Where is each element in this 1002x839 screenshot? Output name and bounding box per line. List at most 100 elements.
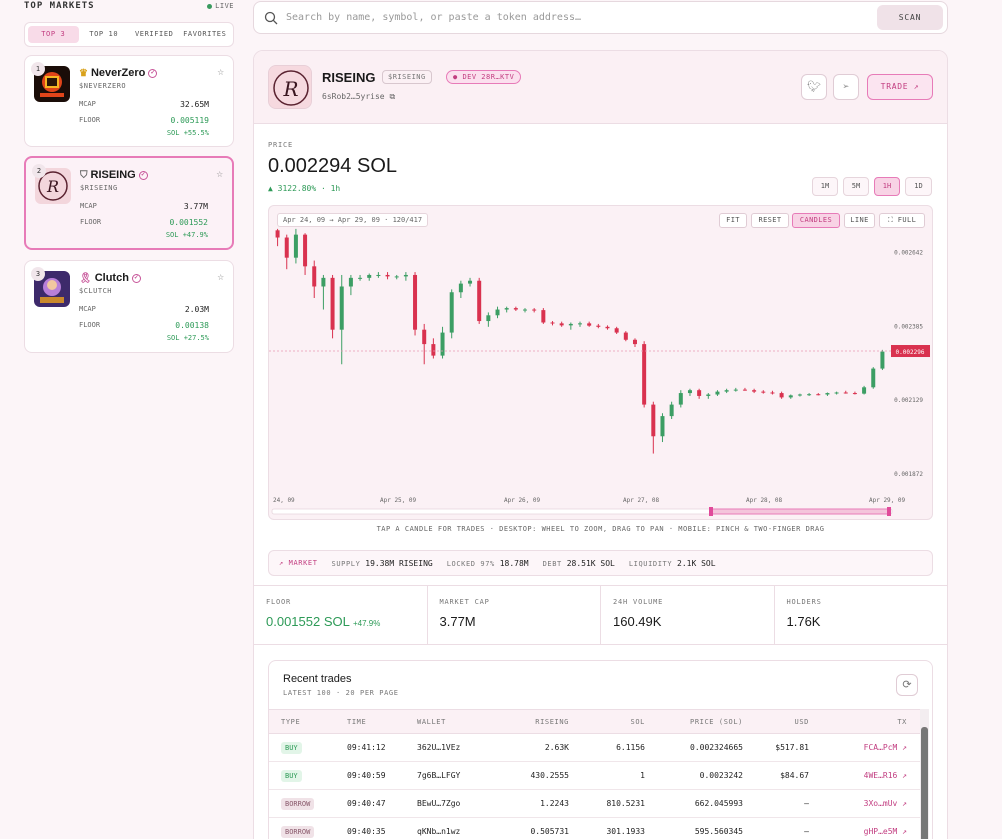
- cell-wallet[interactable]: BEwU…7Zgo: [417, 789, 497, 818]
- candle[interactable]: [779, 393, 784, 398]
- tx-link[interactable]: FCA…PcM: [864, 743, 898, 752]
- reset-button[interactable]: RESET: [751, 213, 789, 228]
- candle[interactable]: [614, 328, 619, 333]
- market-card-riseing[interactable]: 2 R ⛉ RISEING ✓ $RISEING ☆ MCAP 3.77M FLOOR…: [24, 156, 234, 250]
- tf-1h[interactable]: 1H: [874, 177, 900, 196]
- trade-button[interactable]: TRADE ↗: [867, 74, 933, 100]
- price-chart[interactable]: 0.002642 0.002385 0.002129 0.001872 0.002296…: [268, 205, 933, 520]
- candle[interactable]: [293, 234, 298, 258]
- fullscreen-button[interactable]: ⛶ FULL: [879, 213, 925, 228]
- cell-tx[interactable]: FCA…PcM ↗: [809, 733, 921, 762]
- tx-link[interactable]: 4WE…R16: [864, 771, 898, 780]
- cell-tx[interactable]: 4WE…R16 ↗: [809, 761, 921, 790]
- tf-1d[interactable]: 1D: [905, 177, 932, 196]
- candle[interactable]: [394, 276, 399, 278]
- candle[interactable]: [742, 389, 747, 391]
- candle[interactable]: [413, 274, 418, 330]
- candle[interactable]: [550, 322, 555, 324]
- table-row[interactable]: BORROW 09:40:35 qKNb…n1wz 0.505731 301.1933 5…: [269, 817, 921, 839]
- copy-icon[interactable]: ⧉: [389, 92, 395, 101]
- candle[interactable]: [578, 323, 582, 325]
- candle[interactable]: [871, 368, 876, 388]
- twitter-button[interactable]: 🐦︎: [801, 74, 827, 100]
- candle[interactable]: [468, 280, 473, 284]
- navigator-window[interactable]: [710, 508, 890, 515]
- table-row[interactable]: BUY 09:40:59 7g6B…LFGY 430.2555 1 0.0023242 $8…: [269, 761, 921, 790]
- candle[interactable]: [312, 266, 317, 287]
- candle[interactable]: [605, 326, 610, 329]
- candle[interactable]: [843, 392, 848, 394]
- candle[interactable]: [504, 308, 509, 310]
- candle[interactable]: [330, 277, 335, 330]
- candle[interactable]: [752, 390, 757, 392]
- candle[interactable]: [440, 332, 445, 356]
- candle[interactable]: [321, 277, 326, 287]
- favorite-star-icon[interactable]: ☆: [217, 65, 224, 78]
- candle[interactable]: [376, 274, 381, 276]
- tab-verified[interactable]: VERIFIED: [129, 26, 180, 43]
- candle[interactable]: [275, 230, 280, 238]
- chart-canvas[interactable]: 0.002642 0.002385 0.002129 0.001872 0.002296…: [269, 206, 932, 519]
- candle[interactable]: [596, 325, 601, 327]
- cell-wallet[interactable]: qKNb…n1wz: [417, 817, 497, 839]
- candle[interactable]: [687, 390, 692, 394]
- candle[interactable]: [880, 351, 885, 369]
- candle[interactable]: [458, 283, 463, 293]
- candle[interactable]: [697, 390, 702, 396]
- candle[interactable]: [834, 392, 839, 394]
- candle[interactable]: [733, 389, 738, 391]
- scrollbar-thumb[interactable]: [921, 727, 928, 839]
- candle[interactable]: [422, 329, 427, 345]
- refresh-button[interactable]: ⟳: [896, 674, 918, 696]
- tf-5m[interactable]: 5M: [843, 177, 869, 196]
- candle[interactable]: [523, 309, 528, 311]
- telegram-button[interactable]: ➢: [833, 74, 859, 100]
- dev-badge[interactable]: ● DEV 28R…KTV: [446, 70, 522, 84]
- candle[interactable]: [706, 394, 711, 396]
- candle[interactable]: [541, 310, 546, 323]
- candle[interactable]: [339, 286, 344, 330]
- candle[interactable]: [862, 387, 867, 394]
- line-button[interactable]: LINE: [844, 213, 875, 228]
- tab-top10[interactable]: TOP 10: [79, 26, 130, 43]
- candle[interactable]: [797, 394, 802, 396]
- candle[interactable]: [385, 274, 390, 277]
- candle[interactable]: [477, 280, 482, 322]
- cell-tx[interactable]: gHP…e5M ↗: [809, 817, 921, 839]
- navigator-handle[interactable]: [887, 507, 891, 516]
- candle[interactable]: [660, 416, 665, 437]
- candle[interactable]: [651, 404, 656, 437]
- cell-wallet[interactable]: 7g6B…LFGY: [417, 761, 497, 790]
- candle[interactable]: [559, 323, 564, 326]
- candle[interactable]: [825, 393, 830, 395]
- candle[interactable]: [532, 309, 537, 311]
- table-row[interactable]: BORROW 09:40:47 BEwU…7Zgo 1.2243 810.5231 662…: [269, 789, 921, 818]
- candle[interactable]: [669, 404, 674, 417]
- candles-button[interactable]: CANDLES: [792, 213, 840, 228]
- market-card-neverzero[interactable]: 1 ♛ NeverZero ✓ $NEVERZERO ☆ MCAP 32.65M FL…: [24, 55, 234, 147]
- candle[interactable]: [642, 344, 647, 405]
- candle[interactable]: [632, 339, 637, 345]
- candle[interactable]: [807, 394, 812, 396]
- cell-tx[interactable]: 3Xo…mUv ↗: [809, 789, 921, 818]
- table-row[interactable]: BUY 09:41:12 362U…1VEz 2.63K 6.1156 0.0023246…: [269, 733, 921, 762]
- candle[interactable]: [587, 323, 592, 326]
- navigator-handle[interactable]: [709, 507, 713, 516]
- candle[interactable]: [303, 234, 308, 267]
- candle[interactable]: [715, 391, 720, 395]
- candle[interactable]: [513, 308, 518, 310]
- candle[interactable]: [852, 393, 857, 395]
- favorite-star-icon[interactable]: ☆: [217, 270, 224, 283]
- candle[interactable]: [568, 323, 573, 326]
- candle[interactable]: [770, 392, 775, 394]
- candle[interactable]: [284, 237, 289, 258]
- candle[interactable]: [816, 394, 821, 396]
- tab-favorites[interactable]: FAVORITES: [180, 26, 231, 43]
- candle[interactable]: [348, 277, 353, 287]
- candle[interactable]: [367, 274, 372, 278]
- candle[interactable]: [486, 315, 491, 322]
- fit-button[interactable]: FIT: [719, 213, 747, 228]
- candle[interactable]: [678, 393, 683, 405]
- tx-link[interactable]: 3Xo…mUv: [864, 799, 898, 808]
- search-input[interactable]: Search by name, symbol, or paste a token…: [286, 12, 877, 23]
